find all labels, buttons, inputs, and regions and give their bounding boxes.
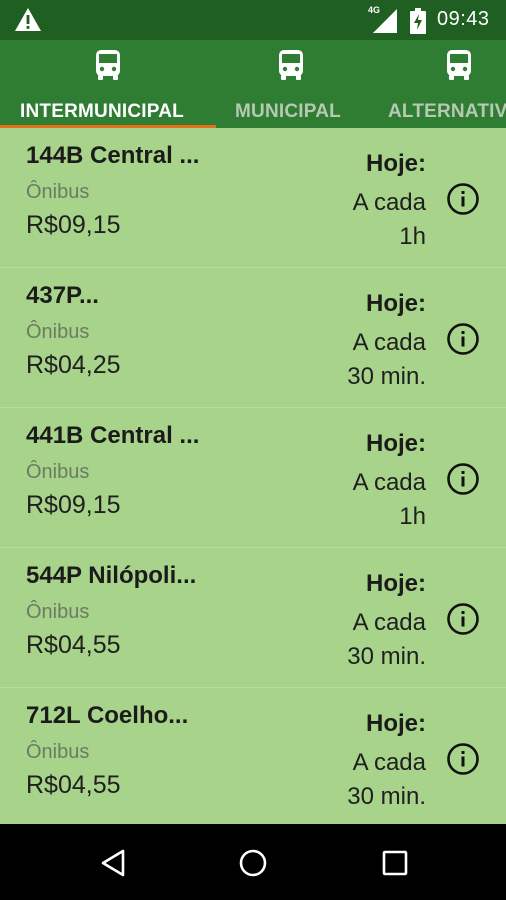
- clock: 09:43: [437, 8, 490, 30]
- route-frequency: A cada 1h: [266, 466, 426, 534]
- bus-icon: [447, 50, 471, 80]
- route-row[interactable]: 441B Central ... Ônibus R$09,15 Hoje: A …: [0, 408, 506, 548]
- info-icon[interactable]: [446, 322, 480, 356]
- route-frequency: A cada 30 min.: [266, 326, 426, 394]
- home-icon[interactable]: [238, 848, 268, 878]
- tab-bar: INTERMUNICIPAL MUNICIPAL ALTERNATIVO: [0, 40, 506, 128]
- today-label: Hoje:: [366, 290, 426, 317]
- frequency-value: 30 min.: [347, 643, 426, 670]
- status-bar: 4G 09:43: [0, 0, 506, 40]
- info-icon[interactable]: [446, 462, 480, 496]
- route-price: R$04,25: [26, 351, 121, 379]
- route-mode: Ônibus: [26, 741, 90, 763]
- info-icon[interactable]: [446, 602, 480, 636]
- route-frequency: A cada 30 min.: [266, 606, 426, 674]
- route-list[interactable]: 144B Central ... Ônibus R$09,15 Hoje: A …: [0, 128, 506, 824]
- route-row[interactable]: 544P Nilópoli... Ônibus R$04,55 Hoje: A …: [0, 548, 506, 688]
- battery-charging-icon: [410, 8, 426, 34]
- route-name: 144B Central ...: [26, 142, 200, 169]
- today-label: Hoje:: [366, 570, 426, 597]
- route-mode: Ônibus: [26, 461, 90, 483]
- tab-municipal[interactable]: MUNICIPAL: [216, 40, 368, 128]
- route-row[interactable]: 144B Central ... Ônibus R$09,15 Hoje: A …: [0, 128, 506, 268]
- bus-icon: [279, 50, 303, 80]
- tab-label: MUNICIPAL: [235, 101, 341, 122]
- frequency-value: 30 min.: [347, 363, 426, 390]
- tab-label: ALTERNATIVO: [388, 101, 506, 122]
- frequency-line: A cada: [352, 469, 426, 496]
- route-name: 437P...: [26, 282, 99, 309]
- frequency-line: A cada: [352, 609, 426, 636]
- route-name: 544P Nilópoli...: [26, 562, 197, 589]
- route-row[interactable]: 712L Coelho... Ônibus R$04,55 Hoje: A ca…: [0, 688, 506, 824]
- route-name: 712L Coelho...: [26, 702, 189, 729]
- signal-icon: [373, 9, 397, 33]
- today-label: Hoje:: [366, 710, 426, 737]
- route-frequency: A cada 30 min.: [266, 746, 426, 814]
- today-label: Hoje:: [366, 150, 426, 177]
- back-icon[interactable]: [99, 848, 129, 878]
- route-mode: Ônibus: [26, 601, 90, 623]
- frequency-line: A cada: [352, 189, 426, 216]
- recents-icon[interactable]: [380, 848, 410, 878]
- warning-icon: [15, 8, 41, 31]
- route-price: R$09,15: [26, 491, 121, 519]
- info-icon[interactable]: [446, 182, 480, 216]
- frequency-line: A cada: [352, 749, 426, 776]
- route-price: R$04,55: [26, 631, 121, 659]
- bus-icon: [96, 50, 120, 80]
- today-label: Hoje:: [366, 430, 426, 457]
- info-icon[interactable]: [446, 742, 480, 776]
- frequency-line: A cada: [352, 329, 426, 356]
- route-row[interactable]: 437P... Ônibus R$04,25 Hoje: A cada 30 m…: [0, 268, 506, 408]
- tab-label: INTERMUNICIPAL: [20, 101, 184, 122]
- route-price: R$09,15: [26, 211, 121, 239]
- tab-alternativo[interactable]: ALTERNATIVO: [368, 40, 506, 128]
- route-mode: Ônibus: [26, 181, 90, 203]
- tab-intermunicipal[interactable]: INTERMUNICIPAL: [0, 40, 216, 128]
- navigation-bar: [0, 824, 506, 900]
- route-price: R$04,55: [26, 771, 121, 799]
- route-name: 441B Central ...: [26, 422, 200, 449]
- frequency-value: 1h: [399, 223, 426, 250]
- frequency-value: 1h: [399, 503, 426, 530]
- route-mode: Ônibus: [26, 321, 90, 343]
- route-frequency: A cada 1h: [266, 186, 426, 254]
- frequency-value: 30 min.: [347, 783, 426, 810]
